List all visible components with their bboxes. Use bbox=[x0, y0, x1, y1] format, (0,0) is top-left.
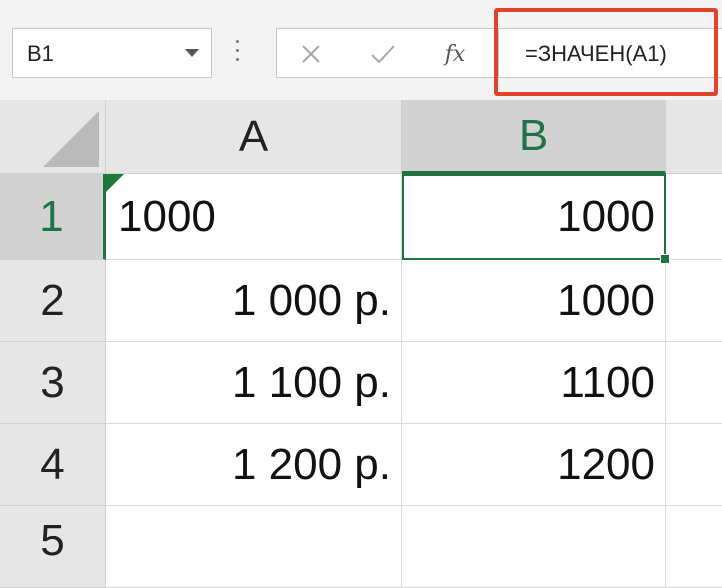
fill-handle[interactable] bbox=[660, 254, 670, 264]
cell-a4-value: 1 200 р. bbox=[231, 439, 391, 489]
row-header-4[interactable]: 4 bbox=[0, 424, 106, 506]
fx-icon: fx bbox=[444, 41, 466, 67]
cell-c2[interactable] bbox=[666, 260, 722, 342]
cell-b3-value: 1100 bbox=[560, 357, 655, 407]
select-all-corner[interactable] bbox=[0, 100, 106, 174]
select-all-triangle-icon bbox=[43, 111, 99, 167]
cell-a3[interactable]: 1 100 р. bbox=[106, 342, 402, 424]
row-header-1[interactable]: 1 bbox=[0, 174, 106, 260]
cell-c3[interactable] bbox=[666, 342, 722, 424]
cell-c5[interactable] bbox=[666, 506, 722, 588]
row-header-5[interactable]: 5 bbox=[0, 506, 106, 588]
formula-bar: B1 fx =ЗНАЧЕН(A1) bbox=[0, 0, 722, 101]
name-box[interactable]: B1 bbox=[12, 28, 212, 78]
cell-c4[interactable] bbox=[666, 424, 722, 506]
cell-a2-value: 1 000 р. bbox=[231, 275, 391, 325]
cell-a5[interactable] bbox=[106, 506, 402, 588]
enter-check-icon[interactable] bbox=[365, 37, 401, 71]
cancel-x-icon[interactable] bbox=[293, 37, 329, 71]
formula-buttons: fx bbox=[276, 28, 498, 78]
chevron-down-icon[interactable] bbox=[185, 49, 199, 57]
cell-b5[interactable] bbox=[402, 506, 666, 588]
cell-b2[interactable]: 1000 bbox=[402, 260, 666, 342]
cell-b4[interactable]: 1200 bbox=[402, 424, 666, 506]
row-header-2[interactable]: 2 bbox=[0, 260, 106, 342]
cell-a4[interactable]: 1 200 р. bbox=[106, 424, 402, 506]
row-header-3[interactable]: 3 bbox=[0, 342, 106, 424]
column-header-a[interactable]: A bbox=[106, 100, 402, 174]
cell-a3-value: 1 100 р. bbox=[231, 357, 391, 407]
name-box-value: B1 bbox=[27, 41, 54, 66]
more-options-icon[interactable] bbox=[236, 40, 240, 66]
cell-b1[interactable]: 1000 bbox=[402, 174, 666, 260]
insert-function-button[interactable]: fx bbox=[437, 37, 473, 71]
cell-b1-value: 1000 bbox=[557, 191, 655, 241]
spreadsheet-grid: A B 1 2 3 4 5 1000 1000 1 000 р. 1000 1 … bbox=[0, 100, 722, 588]
column-header-b[interactable]: B bbox=[402, 100, 666, 174]
cell-a2[interactable]: 1 000 р. bbox=[106, 260, 402, 342]
formula-highlight-box bbox=[494, 8, 718, 96]
cell-b4-value: 1200 bbox=[557, 439, 655, 489]
cell-b2-value: 1000 bbox=[557, 275, 655, 325]
column-header-c[interactable] bbox=[666, 100, 722, 174]
cell-a1-value: 1000 bbox=[118, 191, 216, 241]
cell-b3[interactable]: 1100 bbox=[402, 342, 666, 424]
cell-c1[interactable] bbox=[666, 174, 722, 260]
cell-a1[interactable]: 1000 bbox=[106, 174, 402, 260]
error-indicator-icon[interactable] bbox=[106, 174, 124, 192]
